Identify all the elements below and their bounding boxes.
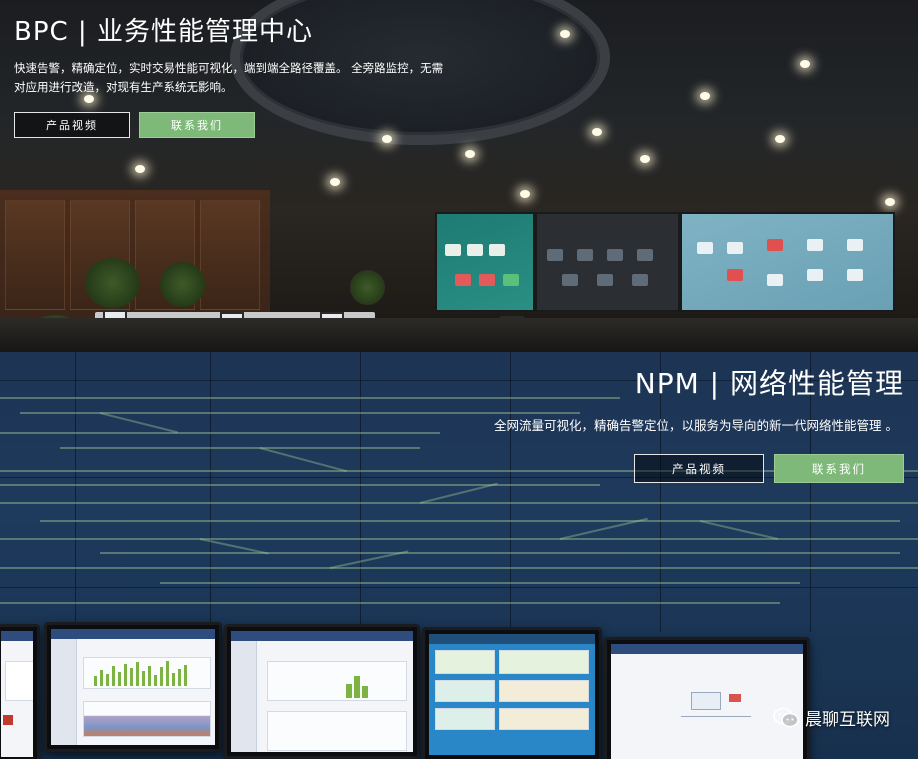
network-track <box>0 432 440 434</box>
ceiling-light <box>700 92 710 100</box>
ops-monitor <box>604 637 810 759</box>
video-wall-panel <box>435 212 535 312</box>
ceiling-light <box>775 135 785 143</box>
ceiling-light <box>520 190 530 198</box>
network-track <box>0 538 918 540</box>
ceiling-light <box>800 60 810 68</box>
ceiling-light <box>592 128 602 136</box>
network-track <box>0 602 780 604</box>
network-track <box>0 397 620 399</box>
ceiling-light <box>560 30 570 38</box>
ops-monitor <box>422 627 602 759</box>
ops-monitor <box>44 622 222 752</box>
bpc-description: 快速告警，精确定位，实时交易性能可视化，端到端全路径覆盖。 全旁路监控，无需对应… <box>14 61 444 94</box>
npm-title: NPM | 网络性能管理 <box>634 367 904 400</box>
plant-decoration <box>350 270 385 305</box>
npm-banner: NPM | 网络性能管理 全网流量可视化，精确告警定位，以服务为导向的新一代网络… <box>0 352 918 759</box>
wood-wall <box>0 190 270 325</box>
network-track <box>0 502 918 504</box>
watermark-text: 晨聊互联网 <box>805 710 890 730</box>
network-track <box>60 447 420 449</box>
wechat-icon <box>773 707 799 729</box>
ceiling-light <box>135 165 145 173</box>
ops-monitor <box>0 624 40 759</box>
floor <box>0 318 918 352</box>
network-track <box>0 484 600 486</box>
bpc-banner: BPC | 业务性能管理中心 快速告警，精确定位，实时交易性能可视化，端到端全路… <box>0 0 918 352</box>
npm-product-video-button[interactable]: 产品视频 <box>634 454 764 483</box>
bpc-contact-us-button[interactable]: 联系我们 <box>139 112 255 138</box>
npm-contact-us-button[interactable]: 联系我们 <box>774 454 904 483</box>
video-wall-panel <box>535 212 680 312</box>
bpc-title: BPC | 业务性能管理中心 <box>14 17 313 47</box>
plant-decoration <box>85 258 140 308</box>
network-track <box>160 582 800 584</box>
wechat-watermark: 晨聊互联网 <box>773 705 890 730</box>
network-track <box>100 552 900 554</box>
ceiling-light <box>885 198 895 206</box>
ceiling-light <box>330 178 340 186</box>
ceiling-light <box>382 135 392 143</box>
ceiling-light <box>465 150 475 158</box>
video-wall-panel <box>680 212 895 312</box>
network-track <box>40 520 900 522</box>
ops-monitor <box>224 624 420 759</box>
network-track <box>0 567 918 569</box>
bpc-product-video-button[interactable]: 产品视频 <box>14 112 130 138</box>
plant-decoration <box>160 262 205 307</box>
ceiling-light <box>640 155 650 163</box>
npm-description: 全网流量可视化，精确告警定位，以服务为导向的新一代网络性能管理 。 <box>494 418 898 433</box>
